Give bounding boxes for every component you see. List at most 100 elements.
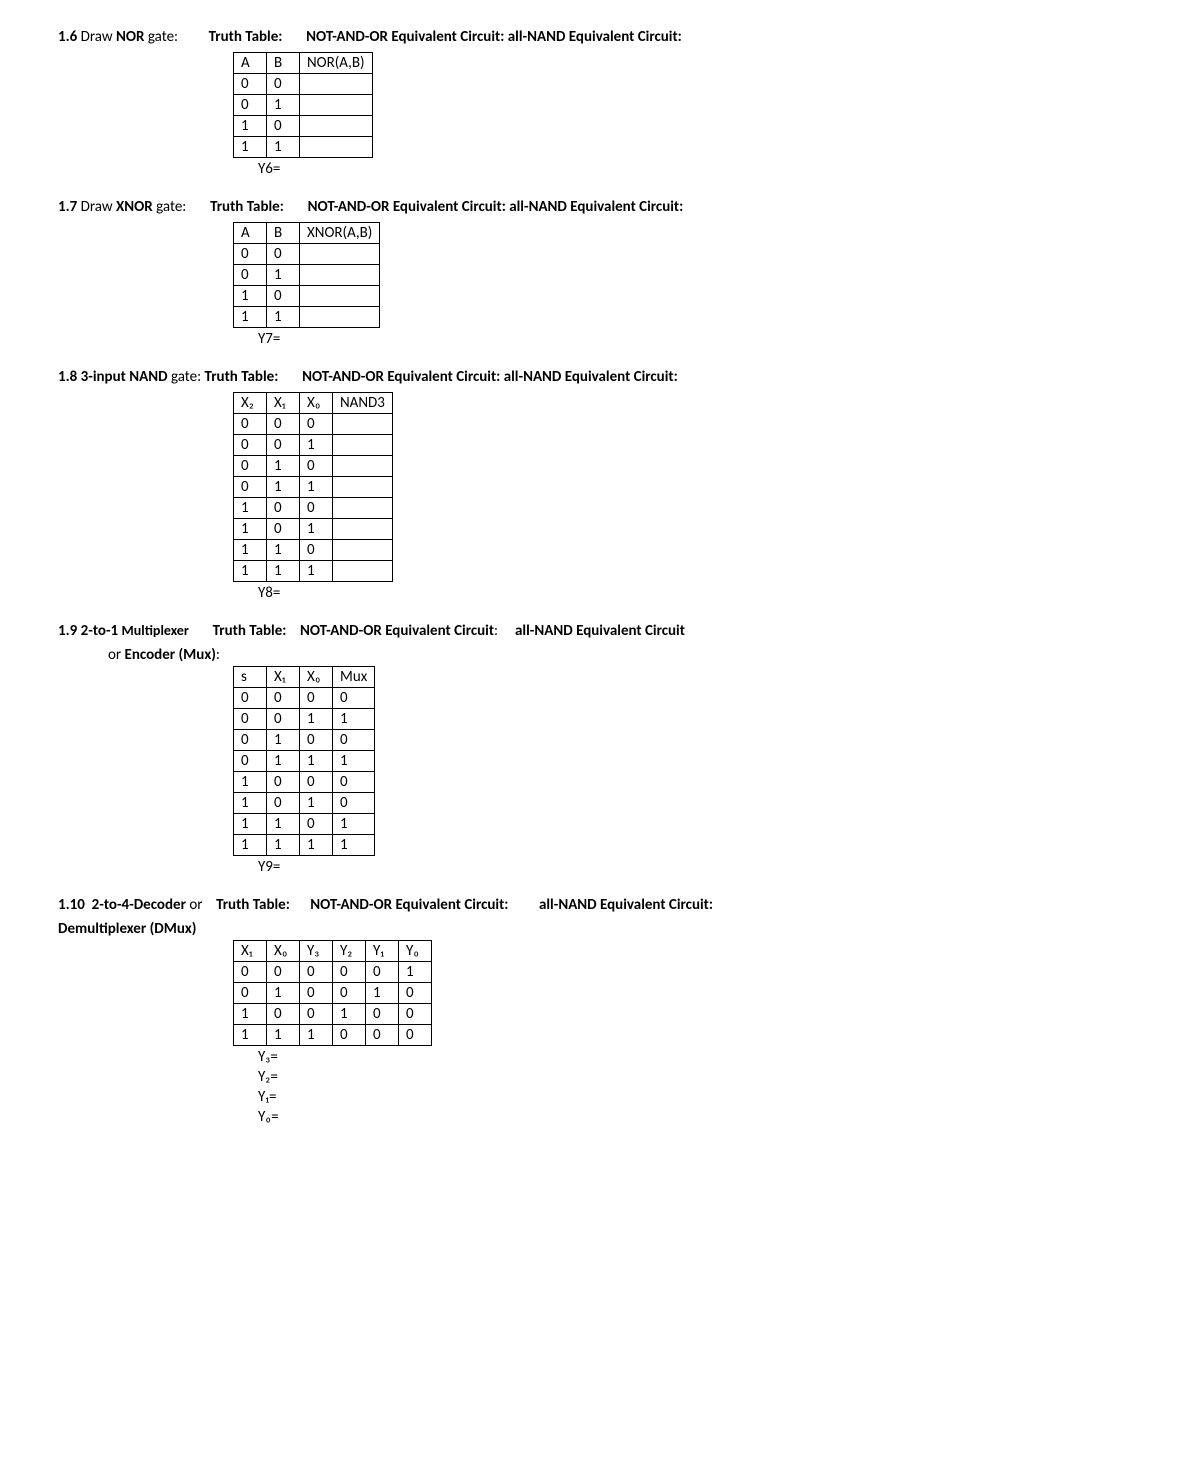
table-row: 00 bbox=[234, 244, 380, 265]
prefix-1-10: 1.10 bbox=[58, 896, 85, 914]
table-row: 1000 bbox=[234, 772, 375, 793]
gate-1-8: 3-input NAND bbox=[81, 368, 168, 386]
table-row: 100100 bbox=[234, 1004, 432, 1025]
tt-label-1-10: Truth Table: bbox=[216, 896, 290, 914]
header-cell: X₀ bbox=[267, 941, 300, 962]
header-cell: B bbox=[267, 223, 300, 244]
tt-label-1-8: Truth Table: bbox=[205, 368, 279, 386]
y-expr-1-7: Y7= bbox=[258, 330, 1148, 348]
gate1-1-9: 2-to-1 bbox=[81, 622, 119, 640]
y-expr-1-8: Y8= bbox=[258, 584, 1148, 602]
heading-1-6: 1.6 Draw NOR gate: Truth Table: NOT-AND-… bbox=[58, 28, 1148, 46]
table-row: 011 bbox=[234, 477, 393, 498]
table-row: A B XNOR(A,B) bbox=[234, 223, 380, 244]
header-cell: XNOR(A,B) bbox=[300, 223, 380, 244]
table-1-9: s X₁ X₀ Mux 0000 0011 0100 0111 1000 101… bbox=[233, 666, 375, 856]
table-row: 00 bbox=[234, 74, 373, 95]
table-row: 010010 bbox=[234, 983, 432, 1004]
y-expr-1-10-2: Y₂= bbox=[258, 1068, 1148, 1086]
prefix-1-7: 1.7 bbox=[58, 198, 77, 216]
eq-label-1-6: NOT-AND-OR Equivalent Circuit: all-NAND … bbox=[306, 28, 682, 46]
tt-label-1-7: Truth Table: bbox=[210, 198, 284, 216]
section-1-10: 1.10 2-to-4-Decoder or Truth Table: NOT-… bbox=[48, 896, 1148, 1126]
section-1-8: 1.8 3-input NAND gate: Truth Table: NOT-… bbox=[48, 368, 1148, 602]
heading-1-8: 1.8 3-input NAND gate: Truth Table: NOT-… bbox=[58, 368, 1148, 386]
eq-label-1-10a: NOT-AND-OR Equivalent Circuit: bbox=[310, 896, 508, 914]
eq-label-1-7: NOT-AND-OR Equivalent Circuit: all-NAND … bbox=[308, 198, 684, 216]
subheading-1-9: or Encoder (Mux): bbox=[108, 646, 1148, 664]
header-cell: X₁ bbox=[267, 667, 300, 688]
header-cell: Y₂ bbox=[333, 941, 366, 962]
prefix-1-8: 1.8 bbox=[58, 368, 77, 386]
table-row: 000 bbox=[234, 414, 393, 435]
eq-label-1-9a: NOT-AND-OR Equivalent Circuit bbox=[300, 622, 494, 640]
table-row: 111000 bbox=[234, 1025, 432, 1046]
heading-1-9: 1.9 2-to-1 Multiplexer Truth Table: NOT-… bbox=[58, 622, 1148, 640]
tt-label-1-9: Truth Table: bbox=[213, 622, 287, 640]
header-cell: Mux bbox=[333, 667, 375, 688]
tt-label-1-6: Truth Table: bbox=[209, 28, 283, 46]
table-row: 1010 bbox=[234, 793, 375, 814]
header-cell: Y₀ bbox=[399, 941, 432, 962]
heading-1-10: 1.10 2-to-4-Decoder or Truth Table: NOT-… bbox=[58, 896, 1148, 914]
gate-suffix-1-7: gate: bbox=[156, 198, 186, 216]
gate1-1-10: 2-to-4-Decoder bbox=[92, 896, 186, 914]
y-expr-1-10-0: Y₀= bbox=[258, 1108, 1148, 1126]
table-row: 11 bbox=[234, 307, 380, 328]
or-1-10: or bbox=[189, 896, 202, 914]
table-row: A B NOR(A,B) bbox=[234, 53, 373, 74]
header-cell: NAND3 bbox=[333, 393, 393, 414]
prefix-1-9: 1.9 bbox=[58, 622, 77, 640]
gate-suffix-1-8: gate: bbox=[171, 368, 201, 386]
or-1-9: or bbox=[108, 646, 121, 664]
table-1-6: A B NOR(A,B) 00 01 10 11 bbox=[233, 52, 373, 158]
table-row: s X₁ X₀ Mux bbox=[234, 667, 375, 688]
table-1-10: X₁ X₀ Y₃ Y₂ Y₁ Y₀ 000001 010010 100100 1… bbox=[233, 940, 432, 1046]
table-row: 101 bbox=[234, 519, 393, 540]
table-1-7: A B XNOR(A,B) 00 01 10 11 bbox=[233, 222, 380, 328]
header-cell: X₀ bbox=[300, 667, 333, 688]
eq-label-1-10b: all-NAND Equivalent Circuit: bbox=[539, 896, 713, 914]
table-row: 110 bbox=[234, 540, 393, 561]
table-row: 111 bbox=[234, 561, 393, 582]
y-expr-1-6: Y6= bbox=[258, 160, 1148, 178]
header-cell: Y₁ bbox=[366, 941, 399, 962]
heading-1-7: 1.7 Draw XNOR gate: Truth Table: NOT-AND… bbox=[58, 198, 1148, 216]
table-row: 010 bbox=[234, 456, 393, 477]
header-cell: Y₃ bbox=[300, 941, 333, 962]
table-row: 01 bbox=[234, 95, 373, 116]
colon-1-9: : bbox=[494, 622, 498, 640]
table-row: 1111 bbox=[234, 835, 375, 856]
header-cell: X₀ bbox=[300, 393, 333, 414]
section-1-7: 1.7 Draw XNOR gate: Truth Table: NOT-AND… bbox=[48, 198, 1148, 348]
prefix-1-6: 1.6 bbox=[58, 28, 77, 46]
table-row: 001 bbox=[234, 435, 393, 456]
table-row: 10 bbox=[234, 116, 373, 137]
encoder-1-9: Encoder (Mux) bbox=[125, 646, 216, 664]
gate-1-6: NOR bbox=[116, 28, 144, 46]
y-expr-1-10-3: Y₃= bbox=[258, 1048, 1148, 1066]
draw-1-7: Draw bbox=[81, 198, 113, 216]
gate2-1-9: Multiplexer bbox=[122, 622, 189, 639]
header-cell: X₂ bbox=[234, 393, 267, 414]
section-1-6: 1.6 Draw NOR gate: Truth Table: NOT-AND-… bbox=[48, 28, 1148, 178]
table-row: 11 bbox=[234, 137, 373, 158]
table-row: 0011 bbox=[234, 709, 375, 730]
eq-label-1-8: NOT-AND-OR Equivalent Circuit: all-NAND … bbox=[302, 368, 678, 386]
subheading-1-10: Demultiplexer (DMux) bbox=[58, 920, 1148, 938]
y-expr-1-9: Y9= bbox=[258, 858, 1148, 876]
table-row: 0000 bbox=[234, 688, 375, 709]
eq-label-1-9b: all-NAND Equivalent Circuit bbox=[515, 622, 685, 640]
header-cell: A bbox=[234, 53, 267, 74]
gate-1-7: XNOR bbox=[116, 198, 153, 216]
header-cell: B bbox=[267, 53, 300, 74]
table-row: 01 bbox=[234, 265, 380, 286]
table-row: X₂ X₁ X₀ NAND3 bbox=[234, 393, 393, 414]
gate-suffix-1-6: gate: bbox=[148, 28, 178, 46]
y-expr-1-10-1: Y₁= bbox=[258, 1088, 1148, 1106]
header-cell: NOR(A,B) bbox=[300, 53, 373, 74]
table-row: 0100 bbox=[234, 730, 375, 751]
section-1-9: 1.9 2-to-1 Multiplexer Truth Table: NOT-… bbox=[48, 622, 1148, 876]
draw-1-6: Draw bbox=[81, 28, 113, 46]
table-row: 000001 bbox=[234, 962, 432, 983]
